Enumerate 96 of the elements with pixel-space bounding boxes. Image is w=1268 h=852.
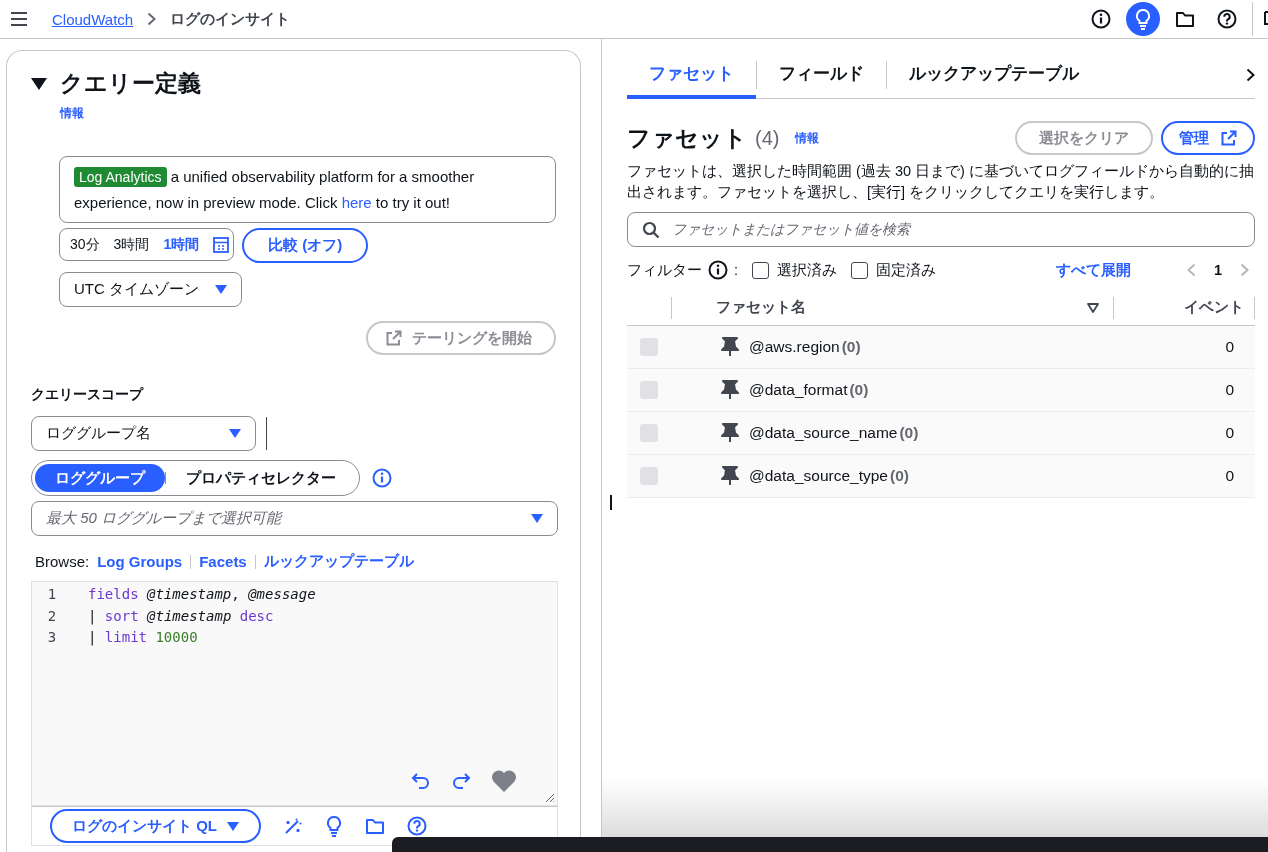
line-number: 3 [46,628,58,647]
info-icon [1091,9,1111,29]
facet-value-count: (0) [889,467,909,485]
filter-checkbox[interactable]: 固定済み [851,260,937,280]
favorite-button[interactable] [491,769,517,793]
panel-title: ファセット [627,123,747,153]
lightbulb-icon [1134,8,1152,30]
line-number: 1 [46,585,58,604]
scope-mode-option[interactable]: ロググループ [35,464,165,492]
calendar-icon [213,236,230,253]
event-count: 0 [1224,467,1235,485]
breadcrumb-current: ログのインサイト [170,9,291,29]
facet-count: (4) [755,126,780,150]
pin-icon [721,380,739,400]
breadcrumb-link[interactable]: CloudWatch [52,10,134,28]
scroll-tabs-button[interactable] [1246,67,1255,82]
page-number: 1 [1213,262,1222,278]
undo-button[interactable] [411,772,431,790]
scope-dropdown[interactable]: ロググループ名 [31,416,256,451]
caret-down-icon[interactable] [31,76,47,91]
facet-name: @aws.region [749,338,840,356]
facet-name: @data_format [749,381,848,399]
undo-icon [411,772,431,790]
search-icon [642,220,660,239]
pin-icon [721,337,739,357]
facet-value-count: (0) [899,424,919,442]
facet-value-count: (0) [849,381,869,399]
pin-icon [721,423,739,443]
sort-triangle-icon[interactable] [1087,302,1099,313]
time-range-option[interactable]: 30分 [70,235,100,254]
info-icon[interactable] [708,260,728,280]
magic-wand-icon [283,816,303,836]
code-line: | sort @timestamp desc [87,606,275,627]
column-header: ファセット名 [716,298,806,317]
expand-all-link[interactable]: すべて展開 [1055,260,1131,280]
caret-down-icon [229,429,241,438]
event-count: 0 [1224,338,1235,356]
browse-link[interactable]: ルックアップテーブル [263,552,414,571]
tab[interactable]: ルックアップテーブル [887,51,1101,99]
chevron-right-icon [147,12,157,26]
caret-down-icon [215,285,227,294]
help-icon [1217,9,1237,29]
folder-icon [365,817,385,835]
browse-link[interactable]: Log Groups [97,553,183,570]
redo-icon [451,772,471,790]
chevron-right-icon [1246,67,1255,82]
query-language-button[interactable]: ログのインサイト QL [50,809,261,843]
log-analytics-badge: Log Analytics [74,167,167,187]
help-icon [407,816,427,836]
code-line: | limit 10000 [87,628,199,648]
line-number: 2 [46,606,58,626]
browse-link[interactable]: Facets [199,553,247,570]
scope-mode-option[interactable]: プロパティセレクター [166,464,356,492]
banner-text: Log Analytics a unified observability platform for a smoother experience, now in preview mode. Click here to try it out! [59,156,556,223]
info-link[interactable]: 情報 [60,105,84,122]
resize-grip-icon[interactable] [543,791,555,803]
lightbulb-icon [325,815,343,837]
filter-label: フィルター [627,260,702,280]
info-link[interactable]: 情報 [795,129,820,147]
heart-icon [491,769,517,793]
pin-icon [721,466,739,486]
caret-down-icon [227,821,239,831]
chevron-left-icon [1186,263,1196,277]
description-text: ファセットは、選択した時間範囲 (過去 30 日まで) に基づいてログフィールドから自動的に抽出されます。ファセットを選択し、[実行] をクリックしてクエリを実行します。 [627,162,1255,202]
time-range-option[interactable]: 1時間 [163,235,200,254]
redo-button[interactable] [451,772,471,790]
folder-icon [1175,10,1195,28]
code-editor[interactable]: 1 fields @timestamp, @message 2 | sort @timestamp desc 3 | limit 10000 [31,581,558,806]
external-link-icon [386,330,402,346]
section-title: クエリー定義 [60,69,201,98]
caret-down-icon [531,514,543,523]
chevron-right-icon [1240,263,1249,277]
browse-label: Browse: [35,553,90,570]
tab[interactable]: ファセット [627,51,756,99]
filter-checkbox[interactable]: 選択済み [752,260,838,280]
compare-button[interactable]: 比較 (オフ) [242,228,369,263]
facet-name: @data_source_type [749,467,888,485]
here-link[interactable]: here [341,194,372,211]
resize-handle[interactable] [610,495,612,510]
time-range-option[interactable]: 3時間 [113,235,150,254]
scope-label: クエリースコープ [31,386,145,404]
timezone-dropdown[interactable]: UTC タイムゾーン [59,272,242,307]
event-count: 0 [1224,381,1235,399]
search-field[interactable]: ファセットまたはファセット値を検索 [627,212,1255,247]
column-header: イベント [1113,296,1255,319]
event-count: 0 [1224,424,1235,442]
menu-icon[interactable] [10,11,28,27]
external-link-icon [1221,130,1237,146]
log-group-field[interactable]: 最大 50 ロググループまで選択可能 [31,501,558,536]
filter-separator: : [734,262,739,278]
facet-value-count: (0) [841,338,861,356]
code-line: fields @timestamp, @message [87,585,317,604]
manage-button[interactable]: 管理 [1161,121,1255,155]
text-cursor [266,417,267,450]
facet-name: @data_source_name [749,424,898,442]
tab[interactable]: フィールド [757,51,886,99]
